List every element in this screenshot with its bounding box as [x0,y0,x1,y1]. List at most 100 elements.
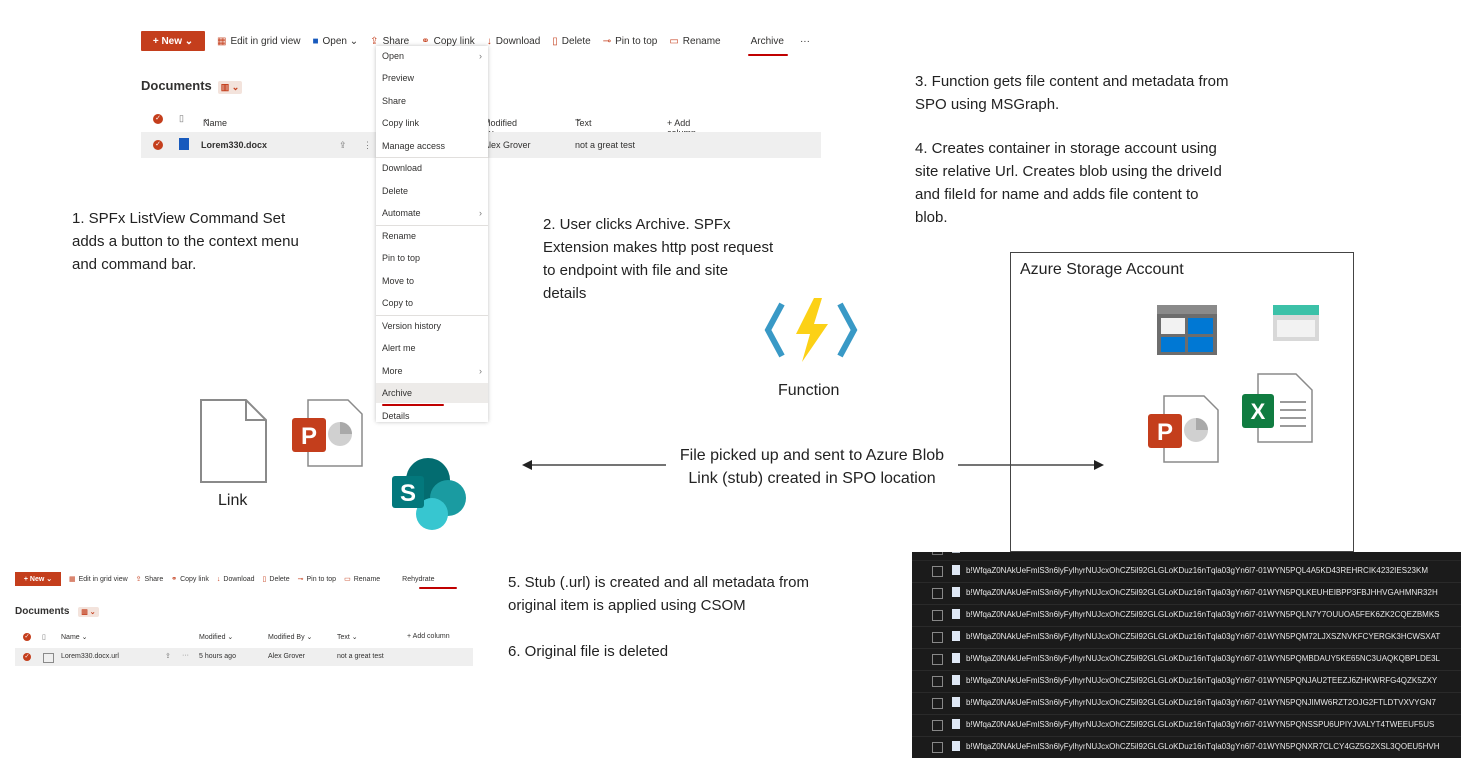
column-text[interactable]: Text ⌄ [337,633,358,641]
step3-text: 3. Function gets file content and metada… [915,70,1229,116]
arrow-caption-line: Link (stub) created in SPO location [688,470,936,487]
step2-line: Extension makes http post request [543,239,774,256]
archive-button[interactable]: Archive [751,36,784,47]
row-checkbox[interactable] [932,552,943,555]
list-item[interactable]: b!WfqaZ0NAkUeFmlS3n6lyFylhyrNUJcxOhCZ5il… [912,692,1461,715]
list-item[interactable]: b!WfqaZ0NAkUeFmlS3n6lyFylhyrNUJcxOhCZ5il… [912,604,1461,627]
delete-button[interactable]: ▯ Delete [552,36,590,47]
ctx-item-rename[interactable]: Rename [376,226,488,246]
blob-name[interactable]: b!WfqaZ0NAkUeFmlS3n6lyFylhyrNUJcxOhCZ5il… [966,698,1436,707]
row-checkbox[interactable] [932,720,943,731]
list-item[interactable]: b!WfqaZ0NAkUeFmlS3n6lyFylhyrNUJcxOhCZ5il… [912,714,1461,737]
edit-grid-button[interactable]: ▦ Edit in grid view [217,36,300,47]
row-file-name[interactable]: Lorem330.docx.url [61,653,119,660]
ctx-item-download[interactable]: Download [376,158,488,178]
row-checkbox[interactable] [932,676,943,687]
column-text[interactable]: Text ⌄ [575,113,592,128]
row-checkbox[interactable] [932,698,943,709]
function-label: Function [778,382,840,399]
pin-to-top-button[interactable]: ⊸ Pin to top [298,575,336,584]
copy-link-button[interactable]: ⚭ Copy link [421,36,475,47]
rename-button[interactable]: ▭ Rename [344,575,380,584]
ctx-item-copy-link[interactable]: Copy link [376,113,488,133]
share-button[interactable]: ⇪ Share [370,36,409,47]
row-checkbox[interactable] [932,566,943,577]
row-checkbox[interactable]: ✓ [23,653,31,661]
pin-to-top-button[interactable]: ⊸ Pin to top [603,36,658,47]
add-column-button[interactable]: + Add column [407,633,450,640]
ctx-item-copy-to[interactable]: Copy to [376,293,488,313]
column-name[interactable]: Name ⌄ [203,113,227,128]
column-name[interactable]: Name ⌄ [61,633,88,641]
new-button[interactable]: + New ⌄ [141,31,205,51]
step4-line: 4. Creates container in storage account … [915,140,1217,157]
ctx-item-version-history[interactable]: Version history [376,316,488,336]
list-item[interactable]: b!WfqaZ0NAkUeFmlS3n6lyFylhyrNUJcxOhCZ5il… [912,560,1461,583]
ctx-item-delete[interactable]: Delete [376,181,488,201]
row-share-icon[interactable]: ⇪ [165,652,171,660]
chevron-right-icon: › [479,366,482,376]
blob-name[interactable]: b!WfqaZ0NAkUeFmlS3n6lyFylhyrNUJcxOhCZ5il… [966,720,1434,729]
storage-account-icon [1157,305,1217,355]
ctx-item-details[interactable]: Details [376,406,488,426]
copy-link-button[interactable]: ⚭ Copy link [171,575,209,584]
ctx-item-archive[interactable]: Archive [376,383,488,403]
rehydrate-button[interactable]: Rehydrate [402,576,434,583]
blob-name[interactable]: b!WfqaZ0NAkUeFmlS3n6lyFylhyrNUJcxOhCZ5il… [966,610,1440,619]
library-view-icon[interactable]: ▥ ⌄ [78,607,99,617]
table-row[interactable]: ✓ Lorem330.docx.url ⇪ ··· 5 hours ago Al… [15,648,473,666]
ctx-item-alert-me[interactable]: Alert me [376,338,488,358]
column-modified[interactable]: Modified ⌄ [199,633,233,641]
row-checkbox[interactable] [932,632,943,643]
open-button[interactable]: ■ Open ⌄ [312,36,358,47]
ctx-item-move-to[interactable]: Move to [376,271,488,291]
list-item[interactable]: b!WfqaZ0NAkUeFmlS3n6lyFylhyrNUJcxOhCZ5il… [912,626,1461,649]
delete-label: Delete [561,35,591,47]
row-file-name[interactable]: Lorem330.docx [201,140,267,150]
row-text: not a great test [337,653,384,660]
ctx-pin-label: Pin to top [382,253,421,263]
download-icon: ↓ [216,575,221,583]
chevron-right-icon: › [479,51,482,61]
download-label: Download [223,575,255,583]
share-button[interactable]: ⇪ Share [136,575,164,584]
context-menu: Open › Preview Share Copy link Manage acc… [376,46,488,422]
blob-name[interactable]: b!WfqaZ0NAkUeFmlS3n6lyFylhyrNUJcxOhCZ5il… [966,588,1438,597]
rename-button[interactable]: ▭ Rename [669,36,720,47]
select-all-checkbox[interactable]: ✓ [153,114,163,124]
list-item[interactable]: b!WfqaZ0NAkUeFmlS3n6lyFylhyrNUJcxOhCZ5il… [912,648,1461,671]
ctx-item-open[interactable]: Open › [376,46,488,66]
blob-name[interactable]: b!WfqaZ0NAkUeFmlS3n6lyFylhyrNUJcxOhCZ5il… [966,566,1428,575]
ctx-item-pin-to-top[interactable]: Pin to top [376,248,488,268]
row-checkbox[interactable]: ✓ [153,140,163,150]
row-checkbox[interactable] [932,588,943,599]
row-checkbox[interactable] [932,742,943,753]
library-view-icon[interactable]: ▥ ⌄ [217,81,243,94]
row-more-icon[interactable]: ⋮ [363,140,372,151]
trash-icon: ▯ [552,35,558,47]
row-share-icon[interactable]: ⇪ [339,140,347,151]
download-button[interactable]: ↓ Download [487,36,540,47]
row-more-icon[interactable]: ··· [182,652,189,659]
more-button[interactable]: ··· [800,36,810,47]
list-item[interactable]: b!WfqaZ0NAkUeFmlS3n6lyFylhyrNUJcxOhCZ5il… [912,582,1461,605]
blob-name[interactable]: b!WfqaZ0NAkUeFmlS3n6lyFylhyrNUJcxOhCZ5il… [966,676,1437,685]
ctx-item-manage-access[interactable]: Manage access [376,136,488,156]
ctx-item-automate[interactable]: Automate › [376,203,488,223]
list-item[interactable]: b!WfqaZ0NAkUeFmlS3n6lyFylhyrNUJcxOhCZ5il… [912,670,1461,693]
row-checkbox[interactable] [932,610,943,621]
select-all-checkbox[interactable]: ✓ [23,633,31,641]
ctx-item-share[interactable]: Share [376,91,488,111]
delete-button[interactable]: ▯ Delete [263,575,290,584]
blob-name[interactable]: b!WfqaZ0NAkUeFmlS3n6lyFylhyrNUJcxOhCZ5il… [966,742,1440,751]
download-button[interactable]: ↓ Download [217,576,255,583]
ctx-item-preview[interactable]: Preview [376,68,488,88]
new-button[interactable]: + New ⌄ [15,572,61,586]
list-item[interactable]: b!WfqaZ0NAkUeFmlS3n6lyFylhyrNUJcxOhCZ5il… [912,736,1461,758]
row-checkbox[interactable] [932,654,943,665]
edit-grid-button[interactable]: ▦ Edit in grid view [69,575,128,584]
blob-name[interactable]: b!WfqaZ0NAkUeFmlS3n6lyFylhyrNUJcxOhCZ5il… [966,632,1440,641]
blob-name[interactable]: b!WfqaZ0NAkUeFmlS3n6lyFylhyrNUJcxOhCZ5il… [966,654,1440,663]
ctx-item-more[interactable]: More › [376,361,488,381]
column-modified-by[interactable]: Modified By ⌄ [268,633,312,641]
